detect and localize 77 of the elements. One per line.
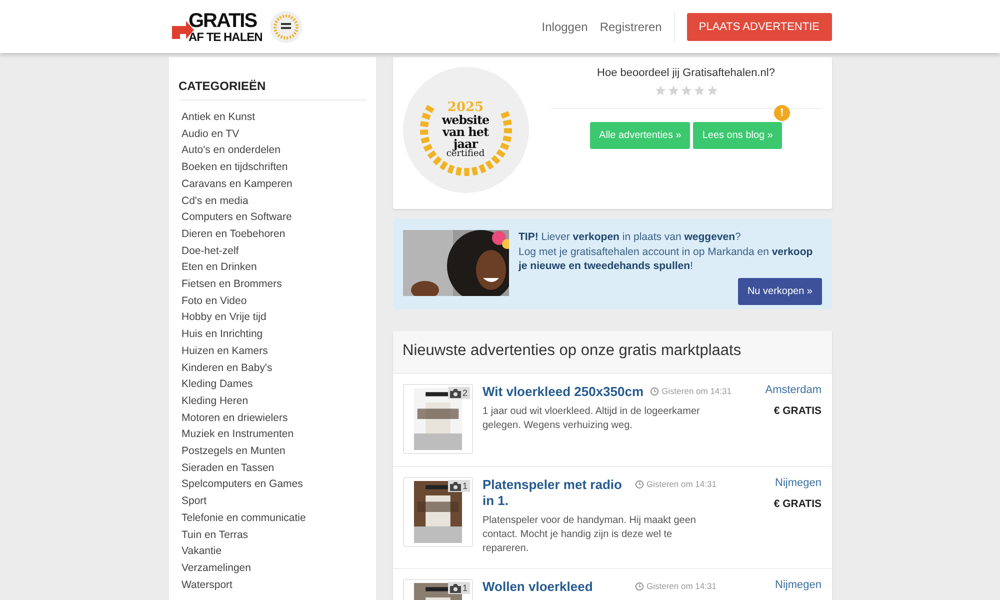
award-badge-icon xyxy=(270,10,302,42)
category-link[interactable]: Sieraden en Tassen xyxy=(178,460,366,476)
category-link[interactable]: Vakantie xyxy=(178,543,366,560)
category-link[interactable]: Hobby en Vrije tijd xyxy=(178,309,366,326)
listing-location: Nijmegen xyxy=(775,579,822,591)
listing-description: Platenspeler voor de handyman. Hij maakt geen contact. Mocht je handig zijn is deze wel te repareren. xyxy=(482,514,697,556)
post-ad-button[interactable]: PLAATS ADVERTENTIE xyxy=(686,12,832,40)
camera-icon xyxy=(450,388,462,398)
category-link[interactable]: Caravans en Kamperen xyxy=(178,176,366,193)
camera-icon xyxy=(450,584,462,592)
photo-count: 2 xyxy=(448,387,470,399)
nav-link[interactable]: Registreren xyxy=(600,20,662,34)
category-link[interactable]: Kleding Heren xyxy=(178,392,366,410)
logo-text[interactable]: AF TE HALEN xyxy=(188,30,262,42)
clock-icon xyxy=(634,480,644,488)
camera-icon xyxy=(450,482,462,490)
sell-now-button[interactable]: Nu verkopen » xyxy=(738,278,822,304)
category-link[interactable]: Postzegels en Munten xyxy=(178,443,366,460)
category-link[interactable]: Fietsen en Brommers xyxy=(178,276,366,293)
category-link[interactable]: Antiek en Kunst xyxy=(178,109,366,126)
listing-title[interactable]: Wollen vloerkleed xyxy=(482,579,628,595)
clock-icon xyxy=(650,386,659,396)
clock-icon xyxy=(634,582,644,590)
category-link[interactable]: Verzamelingen xyxy=(178,560,366,577)
category-link[interactable]: Foto en Video xyxy=(178,292,366,310)
logo-text[interactable]: GRATIS xyxy=(188,10,262,30)
listing-time: Gisteren om 14:31 xyxy=(634,479,716,489)
category-link[interactable]: Doe-het-zelf xyxy=(178,242,366,260)
category-link[interactable]: Watersport xyxy=(178,576,366,594)
thumbnail-frame[interactable]: 1 xyxy=(402,477,472,547)
category-link[interactable]: Spelcomputers en Games xyxy=(178,476,366,494)
listing-location: Amsterdam xyxy=(765,384,822,396)
listing-title[interactable]: Platenspeler met radio in 1. xyxy=(482,477,628,509)
award-text: website xyxy=(442,114,490,126)
category-link[interactable]: Dieren en Toebehoren xyxy=(178,226,366,243)
category-link[interactable]: Audio en TV xyxy=(178,126,366,142)
listing-time: Gisteren om 14:31 xyxy=(650,386,732,396)
listing-price: € GRATIS xyxy=(774,498,822,510)
category-link[interactable]: Auto's en onderdelen xyxy=(178,142,366,160)
listing-time: Gisteren om 14:31 xyxy=(634,581,716,591)
star-icon[interactable] xyxy=(694,85,704,96)
category-link[interactable]: Muziek en Instrumenten xyxy=(178,426,366,444)
category-link[interactable]: Kleding Dames xyxy=(178,376,366,393)
star-icon[interactable] xyxy=(668,85,678,96)
nav-link[interactable]: Inloggen xyxy=(542,20,588,34)
photo-count: 1 xyxy=(448,582,470,594)
award-year: 2025 xyxy=(447,101,484,114)
sidebar-title: CATEGORIEËN xyxy=(178,79,267,93)
category-link[interactable]: Tuin en Terras xyxy=(178,526,366,544)
tip-text: TIP! Liever verkopen in plaats van weggeven? Log met je gratisaftehalen account in op Markanda en verkoop je nieuwe en tweedehands spullen! xyxy=(518,230,814,274)
category-link[interactable]: Cd's en media xyxy=(178,192,366,210)
award-text: jaar xyxy=(453,138,478,150)
category-link[interactable]: Eten en Drinken xyxy=(178,259,366,276)
listing-location: Nijmegen xyxy=(775,477,822,489)
category-link[interactable]: Huis en Inrichting xyxy=(178,326,366,343)
award-text: van het xyxy=(442,126,489,138)
thumbnail-frame[interactable]: 1 xyxy=(402,579,472,600)
listings-heading: Nieuwste advertenties op onze gratis marktplaats xyxy=(392,331,832,374)
listing-description: 1 jaar oud wit vloerkleed. Altijd in de logeerkamer gelegen. Wegens verhuizing weg. xyxy=(482,405,701,433)
star-icon[interactable] xyxy=(680,85,692,96)
category-link[interactable]: Sport xyxy=(178,493,366,510)
category-link[interactable]: Motoren en driewielers xyxy=(178,410,366,426)
star-icon[interactable] xyxy=(706,85,718,96)
category-link[interactable]: Computers en Software xyxy=(178,209,366,226)
category-link[interactable]: Huizen en Kamers xyxy=(178,342,366,360)
photo-count: 1 xyxy=(448,480,470,492)
star-rating[interactable] xyxy=(654,85,718,96)
category-link[interactable]: Boeken en tijdschriften xyxy=(178,159,366,176)
thumbnail-frame[interactable]: 2 xyxy=(402,384,472,454)
listing-price: € GRATIS xyxy=(774,405,822,417)
alert-badge: ! xyxy=(774,105,790,121)
category-link[interactable]: Telefonie en communicatie xyxy=(178,510,366,527)
listing-title[interactable]: Wit vloerkleed 250x350cm xyxy=(482,384,644,400)
award-text: certified xyxy=(446,150,485,159)
category-link[interactable]: Kinderen en Baby's xyxy=(178,360,366,376)
rating-question: Hoe beoordeel jij Gratisaftehalen.nl? xyxy=(597,67,775,79)
star-icon[interactable] xyxy=(654,85,666,96)
